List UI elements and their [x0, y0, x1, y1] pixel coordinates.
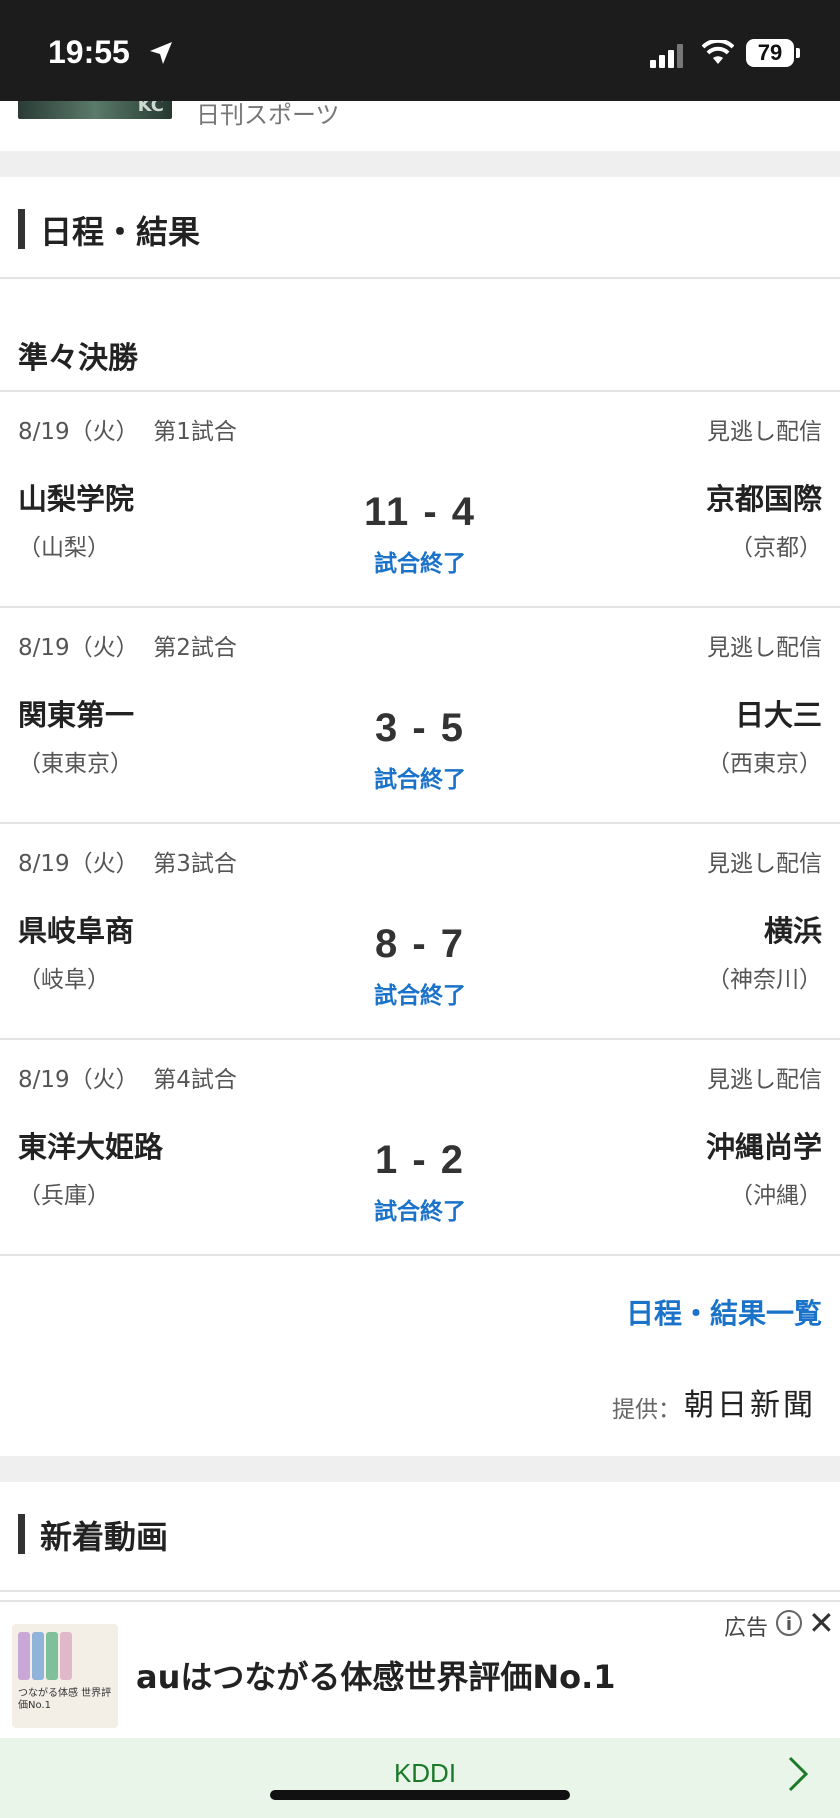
section-marker — [18, 209, 25, 249]
section-title: 日程・結果 — [40, 213, 201, 251]
ad-label: 広告 — [724, 1616, 769, 1641]
close-icon[interactable]: ✕ — [808, 1604, 835, 1642]
away-prefecture: （神奈川） — [707, 967, 822, 993]
game-status[interactable]: 試合終了 — [300, 976, 540, 1010]
home-team: 山梨学院 — [18, 482, 135, 516]
away-prefecture: （西東京） — [707, 751, 822, 777]
game-date: 8/19（火） 第2試合 — [18, 635, 237, 661]
games-list: 8/19（火） 第1試合 見逃し配信 山梨学院 （山梨） 11 - 4 試合終了… — [0, 392, 840, 1256]
videos-section-header: 新着動画 — [0, 1482, 840, 1592]
home-prefecture: （岐阜） — [18, 967, 110, 993]
game-date: 8/19（火） 第4試合 — [18, 1067, 237, 1093]
info-icon[interactable]: i — [776, 1610, 802, 1636]
home-team: 県岐阜商 — [18, 914, 135, 948]
away-prefecture: （沖縄） — [730, 1183, 822, 1209]
credit-label: 提供： — [612, 1397, 681, 1423]
game-row[interactable]: 8/19（火） 第3試合 見逃し配信 県岐阜商 （岐阜） 8 - 7 試合終了 … — [0, 824, 840, 1040]
status-bar: 19:55 79 — [0, 0, 840, 101]
home-prefecture: （山梨） — [18, 535, 110, 561]
news-thumbnail: KC — [18, 95, 172, 119]
game-score: 3 - 5 — [374, 706, 466, 750]
ad-banner[interactable]: つながる体感 世界評価No.1 auはつながる体感世界評価No.1 広告 i ✕ — [0, 1600, 840, 1740]
game-date: 8/19（火） 第1試合 — [18, 419, 237, 445]
ad-image-caption: つながる体感 世界評価No.1 — [18, 1688, 112, 1711]
section-divider — [0, 151, 840, 177]
game-date: 8/19（火） 第3試合 — [18, 851, 237, 877]
status-time: 19:55 — [48, 34, 130, 70]
away-team: 沖縄尚学 — [705, 1130, 822, 1164]
game-row[interactable]: 8/19（火） 第4試合 見逃し配信 東洋大姫路 （兵庫） 1 - 2 試合終了… — [0, 1040, 840, 1256]
credit-logo: 朝日新聞 — [684, 1388, 816, 1423]
game-status[interactable]: 試合終了 — [300, 760, 540, 794]
battery-indicator: 79 — [746, 39, 794, 67]
home-team: 関東第一 — [18, 698, 135, 732]
home-team: 東洋大姫路 — [18, 1130, 164, 1164]
all-results-link[interactable]: 日程・結果一覧 — [626, 1292, 822, 1332]
game-row[interactable]: 8/19（火） 第2試合 見逃し配信 関東第一 （東東京） 3 - 5 試合終了… — [0, 608, 840, 824]
round-title: 準々決勝 — [18, 341, 138, 376]
away-team: 京都国際 — [705, 482, 822, 516]
battery-tip — [796, 48, 800, 58]
home-prefecture: （兵庫） — [18, 1183, 110, 1209]
chevron-right-icon — [788, 1756, 809, 1792]
phone-graphic — [18, 1632, 30, 1680]
replay-link[interactable]: 見逃し配信 — [707, 844, 822, 878]
section-title: 新着動画 — [40, 1518, 169, 1556]
away-prefecture: （京都） — [730, 535, 822, 561]
phone-graphic — [60, 1632, 72, 1680]
game-status[interactable]: 試合終了 — [300, 544, 540, 578]
location-arrow-icon — [150, 42, 172, 64]
phone-graphic — [46, 1632, 58, 1680]
ad-image: つながる体感 世界評価No.1 — [12, 1624, 118, 1728]
ad-cta-bar[interactable]: KDDI — [0, 1738, 840, 1818]
ad-headline[interactable]: auはつながる体感世界評価No.1 — [136, 1652, 616, 1698]
away-team: 日大三 — [734, 698, 822, 732]
ad-advertiser: KDDI — [393, 1758, 457, 1788]
game-row[interactable]: 8/19（火） 第1試合 見逃し配信 山梨学院 （山梨） 11 - 4 試合終了… — [0, 392, 840, 608]
schedule-section-header: 日程・結果 — [0, 177, 840, 279]
phone-graphic — [32, 1632, 44, 1680]
section-marker — [18, 1514, 25, 1554]
away-team: 横浜 — [763, 914, 822, 948]
game-score: 8 - 7 — [374, 922, 466, 966]
wifi-icon — [702, 40, 734, 64]
cellular-signal-icon — [650, 44, 683, 68]
round-header: 準々決勝 — [0, 285, 840, 392]
previous-news-item[interactable]: KC 日刊スポーツ — [0, 95, 840, 151]
replay-link[interactable]: 見逃し配信 — [707, 1060, 822, 1094]
replay-link[interactable]: 見逃し配信 — [707, 628, 822, 662]
home-indicator[interactable] — [270, 1790, 570, 1800]
section-divider — [0, 1456, 840, 1482]
replay-link[interactable]: 見逃し配信 — [707, 412, 822, 446]
game-status[interactable]: 試合終了 — [300, 1192, 540, 1226]
game-score: 1 - 2 — [374, 1138, 466, 1182]
home-prefecture: （東東京） — [18, 751, 133, 777]
game-score: 11 - 4 — [363, 490, 477, 534]
